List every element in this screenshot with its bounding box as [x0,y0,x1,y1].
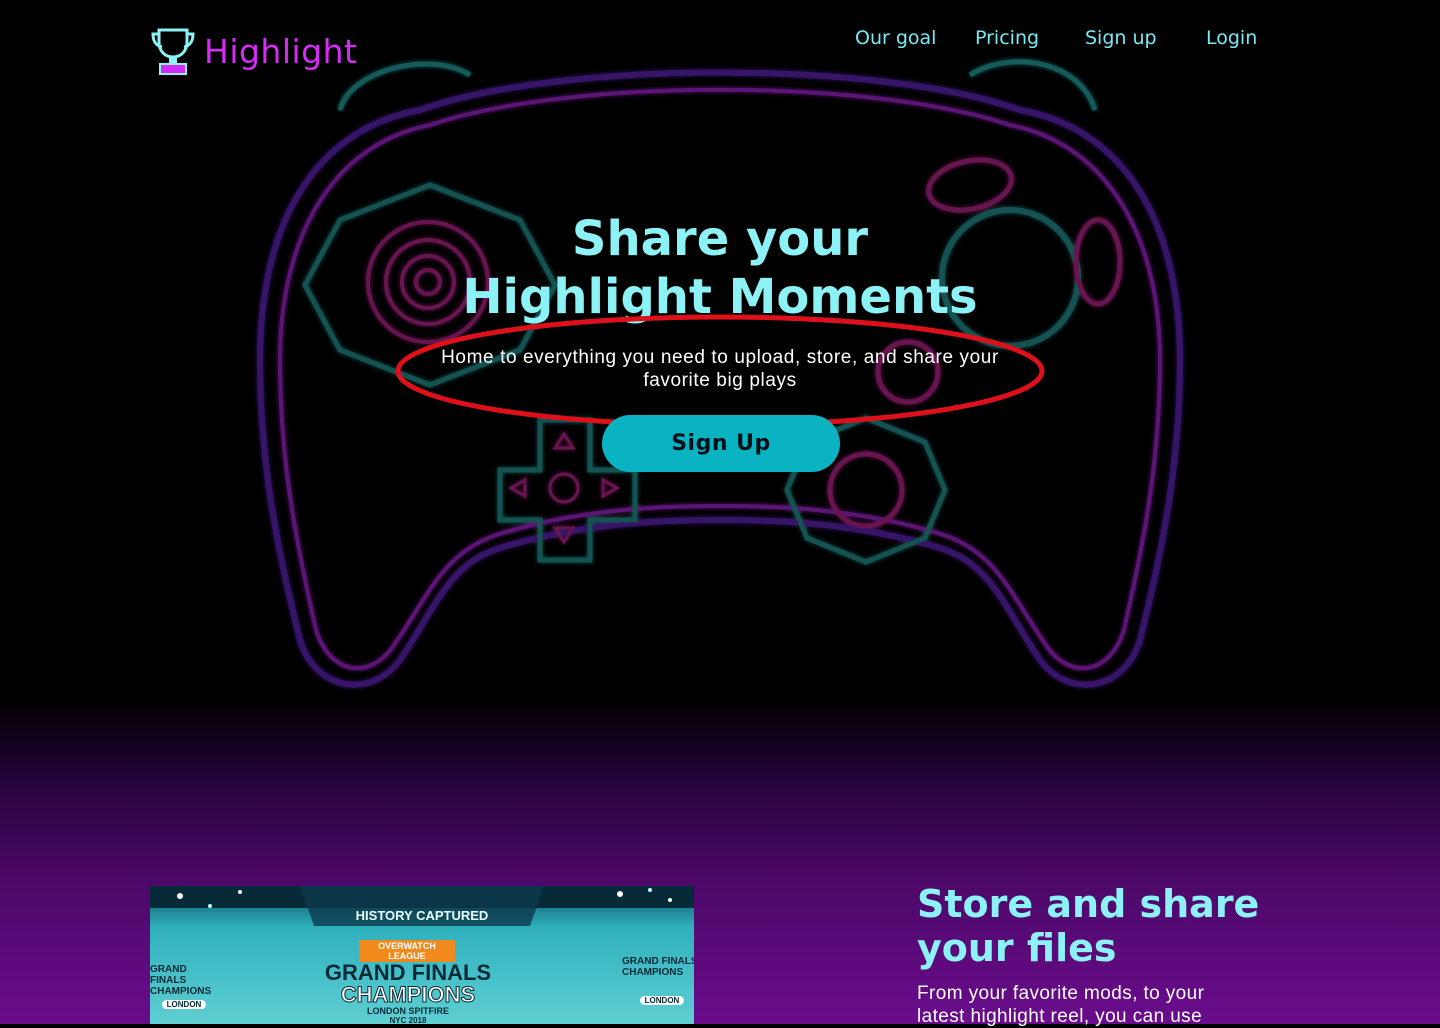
hero-sign-up-button[interactable]: Sign Up [602,415,840,472]
photo-team: LONDON SPITFIRE [366,1006,449,1016]
feature-description: From your favorite mods, to your latest … [917,983,1205,1027]
photo-badge-left: LONDON [162,1000,206,1009]
hero-title-line1: Share your [571,211,869,267]
photo-headline2: CHAMPIONS [340,982,476,1008]
feature-title-line2: your files [917,926,1117,970]
feature-title: Store and share your files [917,882,1297,970]
photo-top-banner: HISTORY CAPTURED [355,908,489,923]
hero-subtitle: Home to everything you need to upload, s… [441,347,999,391]
feature-title-line1: Store and share [917,882,1260,926]
grand-finals-photo: HISTORY CAPTURED OVERWATCH LEAGUE GRAND … [150,886,694,1024]
hero-title: Share your Highlight Moments [0,210,1440,326]
nav-sign-up-link[interactable]: Sign up [1085,27,1157,49]
hero-title-line2: Highlight Moments [462,269,978,325]
nav-login-link[interactable]: Login [1206,27,1257,49]
nav-pricing-link[interactable]: Pricing [975,27,1039,49]
top-nav: Our goal Pricing Sign up Login [0,27,1440,53]
photo-league-badge: OVERWATCH LEAGUE [359,940,455,962]
nav-our-goal-link[interactable]: Our goal [855,27,936,49]
photo-badge-right: LONDON [640,996,684,1005]
photo-side-headline-left: GRAND FINALS CHAMPIONS [150,964,212,997]
photo-event: NYC 2018 [389,1016,427,1024]
photo-side-headline-right: GRAND FINALS CHAMPIONS [622,956,694,978]
